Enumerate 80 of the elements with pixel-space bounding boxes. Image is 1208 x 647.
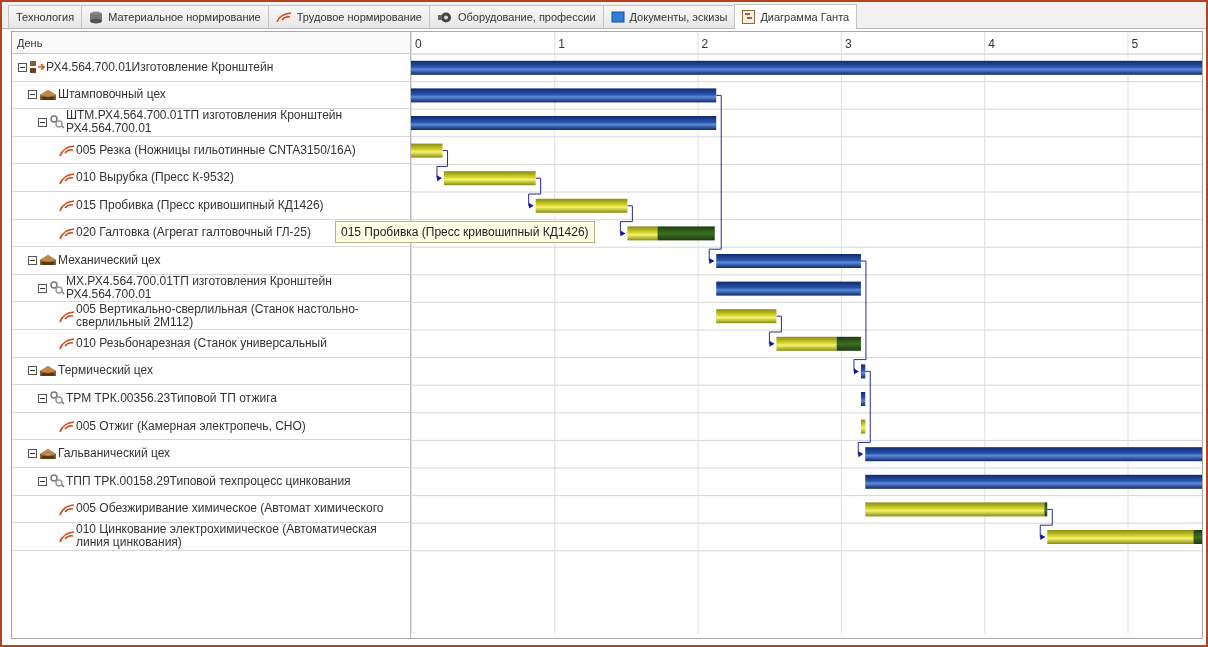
connector-arrow xyxy=(768,315,782,347)
column-header: День xyxy=(17,36,43,49)
curve-icon xyxy=(59,198,75,213)
tree-item[interactable]: 010 Резьбонарезная (Станок универсальный xyxy=(76,336,331,350)
tree-item[interactable]: 020 Галтовка (Агрегат галтовочный ГЛ-25) xyxy=(76,226,315,240)
day-label: 5 xyxy=(1131,37,1139,51)
chain-icon xyxy=(49,474,65,489)
chain-icon xyxy=(49,391,65,406)
day-label: 0 xyxy=(415,37,422,51)
building-icon xyxy=(39,446,57,461)
collapse-toggle[interactable] xyxy=(28,366,37,376)
remaining-bar xyxy=(1193,530,1202,544)
tree-item[interactable]: 005 Обезжиривание химическое (Автомат химического xyxy=(76,502,388,516)
curve-icon xyxy=(59,529,75,544)
curve-icon xyxy=(59,170,75,185)
day-label: 1 xyxy=(558,37,565,51)
connector-arrow xyxy=(436,150,449,182)
tree-item[interactable]: Термический цех xyxy=(58,364,158,378)
tree-item[interactable]: 010 Вырубка (Пресс К-9532) xyxy=(76,171,239,185)
tree-item[interactable]: Механический цех xyxy=(58,253,165,267)
tree-item[interactable]: ШТМ.РХ4.564.700.01ТП изготовления Кронштейн РХ4.564.700.01 xyxy=(66,109,410,136)
collapse-toggle[interactable] xyxy=(28,90,37,100)
collapse-toggle[interactable] xyxy=(28,449,37,459)
tab[interactable]: Технология xyxy=(8,5,83,28)
task-bar xyxy=(627,226,658,241)
remaining-bar xyxy=(836,336,861,351)
tab[interactable]: Материальное нормирование xyxy=(81,5,269,28)
building-icon xyxy=(39,363,57,378)
curve-icon xyxy=(59,308,75,323)
day-label: 3 xyxy=(844,37,852,51)
collapse-toggle[interactable] xyxy=(38,118,47,127)
tooltip: 015 Пробивка (Пресс кривошипный КД1426) xyxy=(335,221,595,243)
remaining-bar xyxy=(657,226,715,241)
remaining-bar xyxy=(1044,502,1048,517)
tree-item[interactable]: Гальванический цех xyxy=(58,447,175,461)
tree-item[interactable]: 015 Пробивка (Пресс кривошипный КД1426) xyxy=(76,198,328,212)
tab[interactable]: Диаграмма Ганта xyxy=(734,4,858,29)
gear-icon xyxy=(436,10,453,24)
curve-icon xyxy=(59,143,75,158)
collapse-toggle[interactable] xyxy=(38,476,47,486)
tree-item[interactable]: ТПП ТРК.00158.29Типовой техпроцесс цинкования xyxy=(66,474,355,488)
document-icon xyxy=(610,11,625,23)
tree-item[interactable]: Штамповочный цех xyxy=(58,88,170,102)
day-label: 4 xyxy=(988,37,995,51)
tree-item[interactable]: 005 Отжиг (Камерная электропечь, СНО) xyxy=(76,419,310,433)
tab[interactable]: Оборудование, профессии xyxy=(428,5,604,28)
curve-icon xyxy=(59,225,75,240)
database-icon xyxy=(89,10,104,24)
building-icon xyxy=(39,87,57,102)
curve-icon xyxy=(59,336,75,351)
curve-icon xyxy=(59,501,75,516)
day-label: 2 xyxy=(701,37,709,51)
tree-item[interactable]: МХ.РХ4.564.700.01ТП изготовления Кронштейн РХ4.564.700.01 xyxy=(66,275,410,302)
connector-arrow xyxy=(528,177,542,209)
collapse-toggle[interactable] xyxy=(18,62,27,72)
task-bar xyxy=(716,309,777,324)
curve-icon xyxy=(275,11,292,23)
tab[interactable]: Трудовое нормирование xyxy=(267,5,430,28)
connector-arrow xyxy=(619,205,633,237)
collapse-toggle[interactable] xyxy=(28,255,37,265)
building-icon xyxy=(39,253,57,268)
tree-item[interactable]: 005 Резка (Ножницы гильотинные CNTA3150/16A) xyxy=(76,143,360,157)
connector-arrow xyxy=(1039,508,1053,540)
tree-item[interactable]: 005 Вертикально-сверлильная (Станок настольно-сверлильный 2М112) xyxy=(76,302,410,329)
task-bar xyxy=(411,143,443,158)
summary-bar xyxy=(860,392,866,406)
tree-item[interactable]: ТРМ ТРК.00356.23Типовой ТП отжига xyxy=(66,391,281,405)
tab[interactable]: Документы, эскизы xyxy=(602,5,736,28)
collapse-toggle[interactable] xyxy=(38,283,47,293)
chain-icon xyxy=(49,115,65,130)
chart-icon xyxy=(742,10,756,24)
collapse-toggle[interactable] xyxy=(38,393,47,403)
tree-item[interactable]: РХ4.564.700.01Изготовление Кронштейн xyxy=(46,60,278,74)
task-bar xyxy=(776,336,837,351)
summary-bar xyxy=(860,364,866,379)
assembly-icon xyxy=(29,60,45,75)
chain-icon xyxy=(49,281,65,296)
tree-item[interactable]: 010 Цинкование электрохимическое (Автоматическая линия цинкования) xyxy=(76,523,410,550)
task-bar xyxy=(860,419,866,434)
curve-icon xyxy=(59,419,75,433)
